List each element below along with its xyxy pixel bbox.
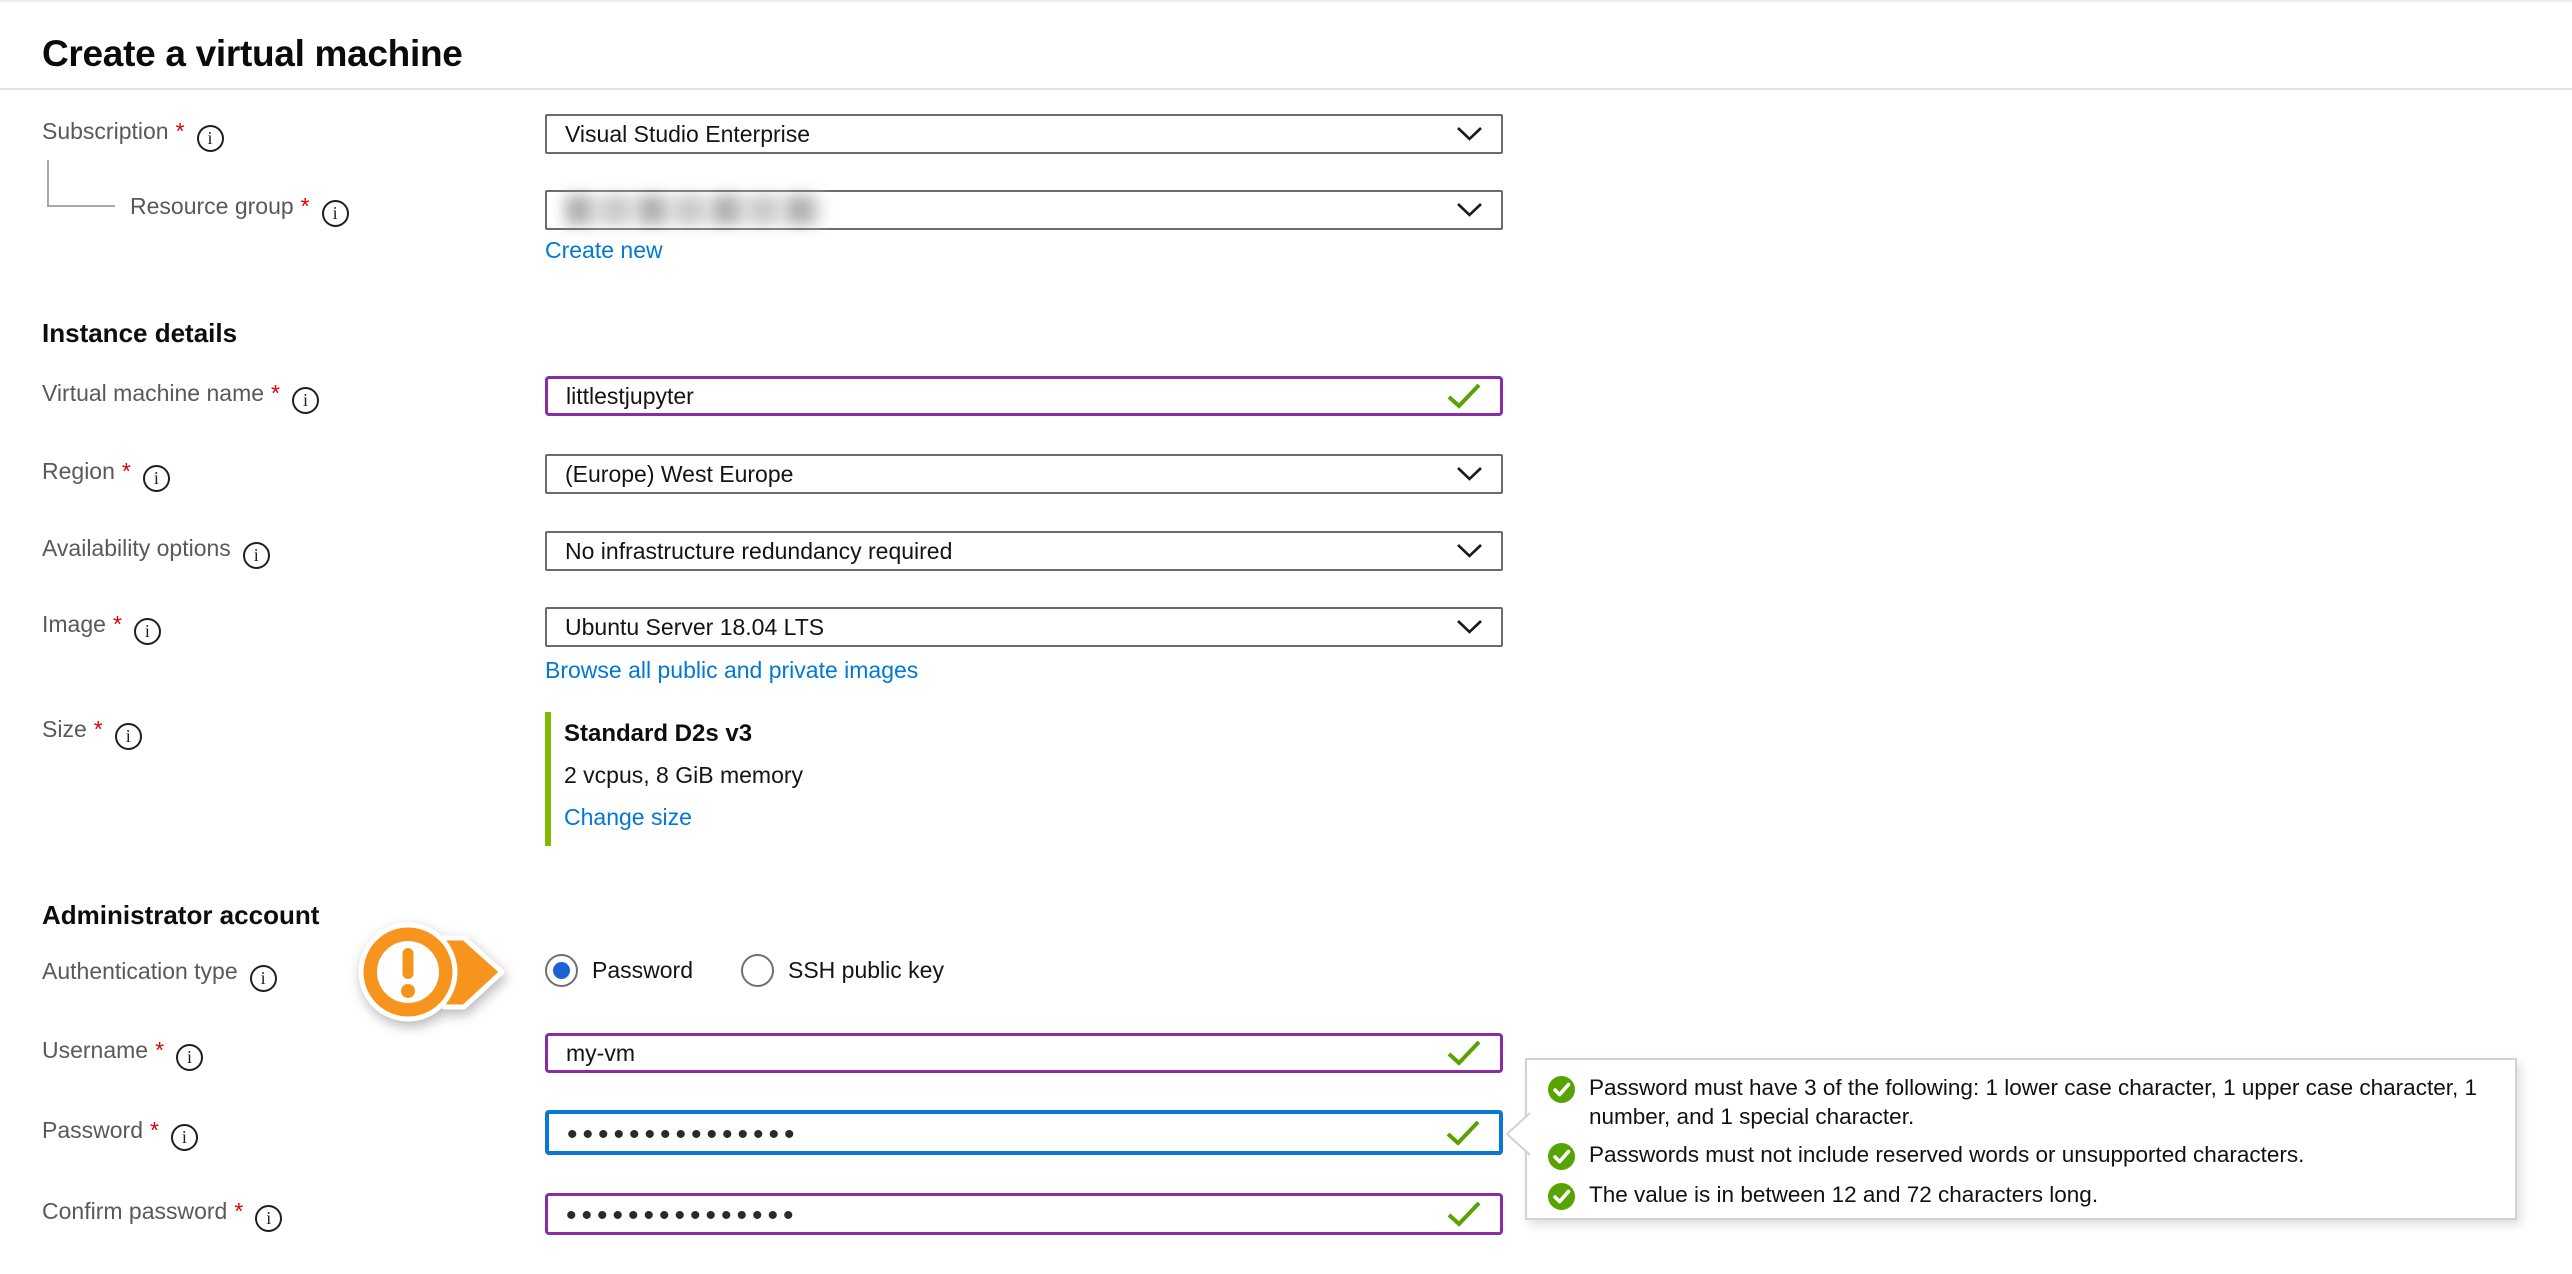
info-icon[interactable]: i [143, 465, 170, 492]
chevron-down-icon [1456, 619, 1483, 635]
info-icon[interactable]: i [322, 200, 349, 227]
info-icon[interactable]: i [197, 125, 224, 152]
chevron-down-icon [1456, 543, 1483, 559]
valid-check-icon [1446, 382, 1482, 410]
confirm-password-label: Confirm password*i [42, 1198, 282, 1232]
resource-group-redacted-value [565, 195, 823, 225]
username-label: Username*i [42, 1037, 203, 1071]
password-value: ••••••••••••••• [567, 1120, 800, 1150]
info-icon[interactable]: i [243, 542, 270, 569]
create-new-link[interactable]: Create new [545, 237, 663, 264]
required-asterisk: * [122, 458, 131, 484]
info-icon[interactable]: i [171, 1124, 198, 1151]
valid-check-icon [1446, 1039, 1482, 1067]
username-value: my-vm [566, 1040, 635, 1067]
required-asterisk: * [301, 193, 310, 219]
tooltip-item: The value is in between 12 and 72 charac… [1547, 1180, 2497, 1211]
resource-group-dropdown[interactable] [545, 190, 1503, 230]
success-check-icon [1547, 1142, 1576, 1171]
chevron-down-icon [1456, 466, 1483, 482]
subscription-value: Visual Studio Enterprise [565, 121, 810, 148]
radio-ssh-public-key[interactable] [741, 954, 774, 987]
tooltip-item: Passwords must not include reserved word… [1547, 1140, 2497, 1171]
tooltip-text: Passwords must not include reserved word… [1589, 1140, 2304, 1169]
resource-group-label: Resource group*i [130, 193, 349, 227]
info-icon[interactable]: i [134, 618, 161, 645]
region-dropdown[interactable]: (Europe) West Europe [545, 454, 1503, 494]
required-asterisk: * [94, 716, 103, 742]
password-label: Password*i [42, 1117, 198, 1151]
size-name: Standard D2s v3 [564, 720, 752, 748]
image-dropdown[interactable]: Ubuntu Server 18.04 LTS [545, 607, 1503, 647]
radio-ssh-label[interactable]: SSH public key [788, 957, 944, 984]
confirm-password-input[interactable]: ••••••••••••••• [545, 1193, 1503, 1235]
required-asterisk: * [113, 611, 122, 637]
radio-selected-dot [553, 962, 570, 979]
vm-name-input[interactable]: littlestjupyter [545, 376, 1503, 416]
required-asterisk: * [271, 380, 280, 406]
availability-dropdown[interactable]: No infrastructure redundancy required [545, 531, 1503, 571]
tooltip-arrow [1501, 1110, 1531, 1158]
chevron-down-icon [1456, 202, 1483, 218]
info-icon[interactable]: i [255, 1205, 282, 1232]
required-asterisk: * [234, 1198, 243, 1224]
subscription-label: Subscription*i [42, 118, 224, 152]
region-value: (Europe) West Europe [565, 461, 793, 488]
size-label: Size*i [42, 716, 142, 750]
info-icon[interactable]: i [176, 1044, 203, 1071]
create-vm-page: Create a virtual machine Subscription*i … [0, 0, 2572, 1274]
image-value: Ubuntu Server 18.04 LTS [565, 614, 824, 641]
tooltip-item: Password must have 3 of the following: 1… [1547, 1073, 2497, 1131]
info-icon[interactable]: i [115, 723, 142, 750]
success-check-icon [1547, 1182, 1576, 1211]
browse-images-link[interactable]: Browse all public and private images [545, 657, 918, 684]
valid-check-icon [1445, 1119, 1481, 1147]
password-requirements-tooltip: Password must have 3 of the following: 1… [1525, 1058, 2517, 1220]
info-icon[interactable]: i [292, 387, 319, 414]
subscription-dropdown[interactable]: Visual Studio Enterprise [545, 114, 1503, 154]
tooltip-text: The value is in between 12 and 72 charac… [1589, 1180, 2098, 1209]
success-check-icon [1547, 1075, 1576, 1104]
username-input[interactable]: my-vm [545, 1033, 1503, 1073]
radio-password-label[interactable]: Password [592, 957, 693, 984]
page-title: Create a virtual machine [42, 33, 463, 75]
change-size-link[interactable]: Change size [564, 804, 692, 831]
required-asterisk: * [150, 1117, 159, 1143]
top-divider [0, 0, 2572, 2]
required-asterisk: * [176, 118, 185, 144]
vm-name-label: Virtual machine name*i [42, 380, 319, 414]
password-input[interactable]: ••••••••••••••• [545, 1110, 1503, 1155]
required-asterisk: * [155, 1037, 164, 1063]
size-accent-bar [545, 712, 551, 846]
instance-details-heading: Instance details [42, 318, 237, 349]
size-specs: 2 vcpus, 8 GiB memory [564, 762, 803, 789]
image-label: Image*i [42, 611, 161, 645]
auth-type-radio-group: Password SSH public key [545, 954, 978, 987]
auth-type-label: Authentication typei [42, 958, 277, 992]
administrator-account-heading: Administrator account [42, 900, 319, 931]
tree-connector-vertical [47, 160, 49, 207]
tree-connector-horizontal [47, 205, 115, 207]
title-divider [0, 88, 2572, 90]
exclamation-callout-icon [352, 908, 524, 1036]
radio-password[interactable] [545, 954, 578, 987]
availability-label: Availability optionsi [42, 535, 270, 569]
availability-value: No infrastructure redundancy required [565, 538, 952, 565]
chevron-down-icon [1456, 126, 1483, 142]
region-label: Region*i [42, 458, 170, 492]
valid-check-icon [1446, 1200, 1482, 1228]
confirm-password-value: ••••••••••••••• [566, 1201, 799, 1231]
tooltip-text: Password must have 3 of the following: 1… [1589, 1073, 2494, 1131]
vm-name-value: littlestjupyter [566, 383, 694, 410]
info-icon[interactable]: i [250, 965, 277, 992]
